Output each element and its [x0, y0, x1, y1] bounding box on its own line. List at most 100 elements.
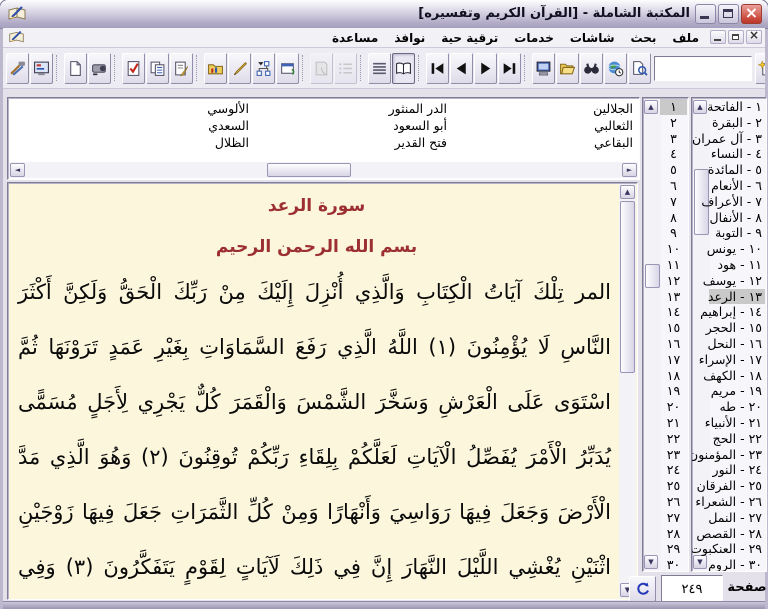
verse-number-item[interactable]: ١٩ [660, 383, 687, 399]
verse-number-item[interactable]: ١٦ [660, 336, 687, 352]
surah-item[interactable]: ٢٢ - الحج [709, 431, 765, 447]
surah-item[interactable]: ٨ - الأنفال [709, 210, 765, 226]
surah-item[interactable]: ٢٤ - النور [709, 462, 765, 478]
verse-number-item[interactable]: ١٨ [660, 368, 687, 384]
pencil-button[interactable] [228, 53, 251, 84]
verse-number-item[interactable]: ٣٠ [660, 557, 687, 572]
surah-item[interactable]: ١٠ - يونس [709, 241, 765, 257]
commentator-item[interactable]: فتح القدير [249, 134, 447, 151]
sparkle-page-button[interactable] [755, 53, 765, 84]
verse-number-item[interactable]: ٣ [660, 131, 687, 147]
surah-item[interactable]: ١ - الفاتحة [709, 99, 765, 115]
text-vertical-scrollbar[interactable]: ▲ ▼ [619, 184, 636, 598]
nav-next-button[interactable] [474, 53, 497, 84]
scroll-right-icon[interactable]: ► [622, 163, 637, 177]
verse-number-item[interactable]: ٥ [660, 162, 687, 178]
verse-number-item[interactable]: ٢٩ [660, 541, 687, 557]
surah-item[interactable]: ٢٦ - الشعراء [709, 494, 765, 510]
commentators-horizontal-scrollbar[interactable]: ◄ ► [9, 162, 638, 178]
scroll-up-icon[interactable]: ▲ [693, 100, 707, 114]
nav-first-button[interactable] [426, 53, 449, 84]
open-book-view-button[interactable] [392, 53, 415, 84]
minimize-button[interactable] [695, 4, 716, 24]
commentator-item[interactable]: أبو السعود [249, 117, 447, 134]
folder-chart-button[interactable] [204, 53, 227, 84]
surah-item[interactable]: ٣٠ - الروم [709, 557, 765, 572]
menu-item[interactable]: نوافذ [386, 31, 433, 45]
verse-number-item[interactable]: ١٣ [660, 289, 687, 305]
verse-number-item[interactable]: ٢١ [660, 415, 687, 431]
scroll-up-icon[interactable]: ▲ [620, 185, 635, 199]
commentator-item[interactable]: الظلال [12, 134, 249, 151]
surah-item[interactable]: ٢ - البقرة [709, 115, 765, 131]
menu-item[interactable]: ترقية حية [433, 31, 506, 45]
new-page-button[interactable] [64, 53, 87, 84]
verse-number-item[interactable]: ١ [660, 99, 687, 115]
surah-item[interactable]: ١٥ - الحجر [709, 320, 765, 336]
verse-number-item[interactable]: ٤ [660, 146, 687, 162]
page-search-button[interactable] [628, 53, 651, 84]
verse-number-item[interactable]: ١٢ [660, 273, 687, 289]
scrollbar-thumb[interactable] [267, 163, 351, 177]
surah-item[interactable]: ٣ - آل عمران [709, 131, 765, 147]
computer-button[interactable] [532, 53, 555, 84]
verse-list-scrollbar[interactable]: ▲ ▼ [644, 99, 661, 570]
surah-item[interactable]: ٩ - التوبة [709, 225, 765, 241]
verse-number-item[interactable]: ٢٧ [660, 510, 687, 526]
surah-item[interactable]: ٢٣ - المؤمنون [709, 447, 765, 463]
properties-button[interactable] [276, 53, 299, 84]
verse-number-item[interactable]: ٢٣ [660, 447, 687, 463]
refresh-page-button[interactable] [629, 576, 656, 602]
verse-number-item[interactable]: ٢٠ [660, 399, 687, 415]
scrollbar-thumb[interactable] [620, 201, 635, 373]
mdi-close-button[interactable] [746, 30, 762, 44]
surah-item[interactable]: ١٧ - الإسراء [709, 352, 765, 368]
verse-number-item[interactable]: ٢٨ [660, 526, 687, 542]
search-input[interactable] [654, 56, 752, 81]
mdi-restore-button[interactable] [728, 30, 744, 44]
surah-item[interactable]: ٥ - المائدة [709, 162, 765, 178]
close-button[interactable] [741, 4, 762, 24]
commentator-item[interactable]: البقاعي [447, 134, 633, 151]
checklist-button[interactable] [122, 53, 145, 84]
surah-item[interactable]: ٢٠ - طه [709, 399, 765, 415]
menu-item[interactable]: مساعدة [324, 31, 386, 45]
commentator-item[interactable]: الدر المنثور [249, 100, 447, 117]
edit-page-button[interactable] [170, 53, 193, 84]
surah-item[interactable]: ١١ - هود [709, 257, 765, 273]
surah-item[interactable]: ١٩ - مريم [709, 383, 765, 399]
align-lines-button[interactable] [368, 53, 391, 84]
commentator-item[interactable]: الألوسي [12, 100, 249, 117]
surah-item[interactable]: ٢٥ - الفرقان [709, 478, 765, 494]
verse-number-item[interactable]: ٢٥ [660, 478, 687, 494]
verse-number-item[interactable]: ٦ [660, 178, 687, 194]
menu-item[interactable]: بحث [623, 31, 665, 45]
scroll-up-icon[interactable]: ▲ [644, 100, 658, 114]
scroll-left-icon[interactable]: ◄ [10, 163, 25, 177]
scroll-down-icon[interactable]: ▼ [644, 555, 658, 569]
verse-number-item[interactable]: ٩ [660, 225, 687, 241]
open-folder-button[interactable] [556, 53, 579, 84]
verse-number-item[interactable]: ١٤ [660, 304, 687, 320]
commentator-item[interactable]: الثعالبي [447, 117, 633, 134]
nav-last-button[interactable] [498, 53, 521, 84]
verse-number-item[interactable]: ٨ [660, 210, 687, 226]
screen-button[interactable] [30, 53, 53, 84]
surah-item[interactable]: ٦ - الأنعام [709, 178, 765, 194]
nav-prev-button[interactable] [450, 53, 473, 84]
surah-item[interactable]: ١٤ - إبراهيم [709, 304, 765, 320]
menu-item[interactable]: شاشات [562, 31, 623, 45]
surah-item[interactable]: ٤ - النساء [709, 146, 765, 162]
surah-item[interactable]: ٧ - الأعراف [709, 194, 765, 210]
verse-number-item[interactable]: ١٧ [660, 352, 687, 368]
commentator-item[interactable]: الجلالين [447, 100, 633, 117]
surah-item[interactable]: ١٦ - النحل [709, 336, 765, 352]
verse-number-item[interactable]: ١١ [660, 257, 687, 273]
menu-item[interactable]: ملف [664, 31, 707, 45]
mdi-minimize-button[interactable] [710, 30, 726, 44]
verse-number-item[interactable]: ١٥ [660, 320, 687, 336]
surah-item[interactable]: ٢١ - الأنبياء [709, 415, 765, 431]
page-number-input[interactable] [661, 575, 723, 602]
surah-item[interactable]: ٢٨ - القصص [709, 526, 765, 542]
scroll-down-icon[interactable]: ▼ [693, 555, 707, 569]
